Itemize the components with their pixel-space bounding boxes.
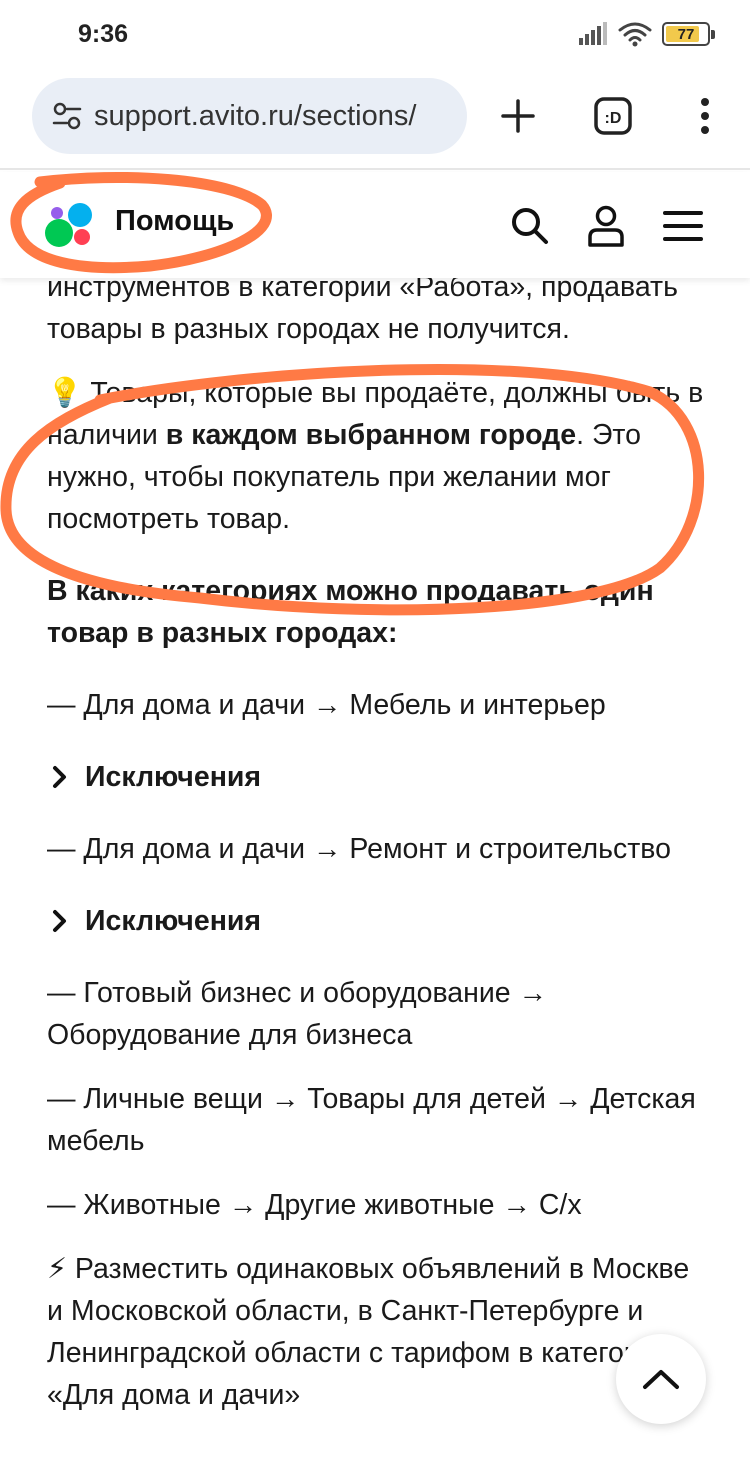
tabs-icon: :D bbox=[594, 97, 632, 135]
logo-green-dot bbox=[45, 219, 73, 247]
wifi-icon bbox=[618, 22, 652, 47]
search-icon bbox=[512, 208, 548, 244]
profile-button[interactable] bbox=[578, 198, 634, 254]
browser-menu-button[interactable] bbox=[675, 86, 735, 146]
chevron-up-icon bbox=[643, 1370, 679, 1389]
page-title[interactable]: Помощь bbox=[115, 205, 234, 238]
url-text[interactable]: support.avito.ru/sections/ bbox=[94, 100, 416, 133]
more-vertical-icon bbox=[701, 98, 709, 134]
categories-heading: В каких категориях можно продавать один … bbox=[47, 575, 654, 649]
exceptions-toggle-2[interactable]: Исключения bbox=[47, 900, 707, 942]
avito-logo-icon[interactable] bbox=[44, 200, 96, 252]
menu-button[interactable] bbox=[655, 198, 711, 254]
list-item: — Животные → Другие животные → С/х bbox=[47, 1189, 582, 1221]
logo-red-dot bbox=[74, 229, 90, 245]
final-paragraph: ⚡ Разместить одинаковых объявлений в Мос… bbox=[47, 1248, 707, 1416]
status-icons: 77 bbox=[578, 20, 715, 48]
exceptions-label: Исключения bbox=[85, 905, 262, 937]
status-time: 9:36 bbox=[78, 20, 129, 48]
lightning-icon: ⚡ bbox=[47, 1253, 68, 1285]
logo-purple-dot bbox=[51, 207, 63, 219]
list-item: — Готовый бизнес и оборудование → Оборуд… bbox=[47, 977, 548, 1051]
logo-blue-dot bbox=[68, 203, 92, 227]
list-item: — Для дома и дачи → Мебель и интерьер bbox=[47, 689, 606, 721]
exceptions-toggle-1[interactable]: Исключения bbox=[47, 756, 707, 798]
chevron-right-icon bbox=[53, 766, 66, 788]
tip-paragraph: 💡 Товары, которые вы продаёте, должны бы… bbox=[47, 372, 707, 540]
tabs-button[interactable]: :D bbox=[583, 86, 643, 146]
battery-level: 77 bbox=[677, 25, 695, 43]
chevron-right-icon bbox=[53, 910, 66, 932]
address-bar[interactable]: support.avito.ru/sections/ bbox=[32, 78, 467, 154]
signal-icon bbox=[579, 22, 607, 45]
tip-text-bold: в каждом выбранном городе bbox=[165, 419, 577, 451]
user-icon bbox=[588, 205, 624, 247]
scroll-to-top-button[interactable] bbox=[616, 1334, 706, 1424]
battery-icon: 77 bbox=[662, 22, 715, 46]
site-settings-icon[interactable] bbox=[52, 101, 82, 131]
final-text: Разместить одинаковых объявлений в Москв… bbox=[47, 1253, 690, 1411]
browser-toolbar: support.avito.ru/sections/ :D bbox=[0, 68, 750, 170]
list-item: — Для дома и дачи → Ремонт и строительст… bbox=[47, 833, 671, 865]
status-bar: 9:36 77 bbox=[0, 0, 750, 68]
exceptions-label: Исключения bbox=[85, 761, 262, 793]
hamburger-menu-icon bbox=[663, 211, 703, 241]
new-tab-button[interactable] bbox=[488, 86, 548, 146]
site-header: Помощь bbox=[0, 172, 750, 278]
tab-count: :D bbox=[605, 110, 622, 127]
plus-icon bbox=[501, 99, 535, 133]
list-item: — Личные вещи → Товары для детей → Детск… bbox=[47, 1083, 696, 1157]
intro-paragraph: инструментов в категории «Работа», прода… bbox=[47, 271, 678, 345]
lightbulb-icon: 💡 bbox=[47, 377, 83, 409]
article-content: инструментов в категории «Работа», прода… bbox=[47, 266, 707, 1416]
search-button[interactable] bbox=[502, 198, 558, 254]
